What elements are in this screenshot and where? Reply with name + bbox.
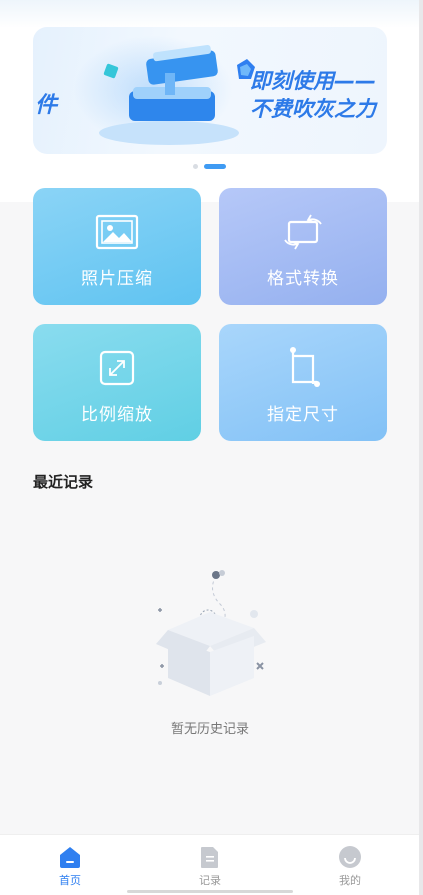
carousel-indicator bbox=[193, 164, 226, 169]
carousel-dot[interactable] bbox=[193, 164, 198, 169]
tab-records[interactable]: 记录 bbox=[180, 845, 240, 888]
convert-icon bbox=[281, 212, 325, 252]
tool-label: 格式转换 bbox=[267, 269, 339, 289]
banner-subheadline: 不费吹灰之力 bbox=[250, 97, 376, 121]
banner-partial-text: 件 bbox=[35, 93, 58, 118]
expand-icon bbox=[95, 348, 139, 388]
empty-box-illustration bbox=[156, 570, 266, 696]
tab-label: 我的 bbox=[339, 874, 361, 887]
empty-state-text: 暂无历史记录 bbox=[170, 722, 249, 737]
banner-illustration bbox=[99, 44, 255, 145]
bottom-tab-bar: 首页 记录 我的 bbox=[0, 834, 419, 895]
scroll-edge bbox=[419, 0, 423, 895]
tool-specify-size[interactable]: 指定尺寸 bbox=[219, 324, 387, 441]
tool-label: 比例缩放 bbox=[81, 405, 153, 425]
tool-photo-compress[interactable]: 照片压缩 bbox=[33, 188, 201, 305]
tab-home[interactable]: 首页 bbox=[40, 845, 100, 888]
document-icon bbox=[201, 847, 218, 868]
tool-label: 照片压缩 bbox=[81, 269, 153, 289]
tab-label: 首页 bbox=[59, 874, 81, 887]
tab-label: 记录 bbox=[199, 874, 221, 887]
tool-label: 指定尺寸 bbox=[267, 405, 339, 425]
carousel-dot-active[interactable] bbox=[204, 164, 226, 169]
banner-headline: 即刻使用—— bbox=[250, 69, 376, 93]
promo-banner[interactable]: 件 即刻使用—— 不费吹灰之力 bbox=[33, 27, 387, 154]
tab-mine[interactable]: 我的 bbox=[320, 845, 380, 888]
tool-format-convert[interactable]: 格式转换 bbox=[219, 188, 387, 305]
tool-ratio-scale[interactable]: 比例缩放 bbox=[33, 324, 201, 441]
image-icon bbox=[95, 212, 139, 252]
home-indicator bbox=[127, 890, 293, 893]
recent-records-title: 最近记录 bbox=[33, 473, 94, 491]
crop-icon bbox=[281, 347, 325, 388]
smile-icon bbox=[339, 846, 361, 868]
home-icon bbox=[60, 847, 80, 868]
